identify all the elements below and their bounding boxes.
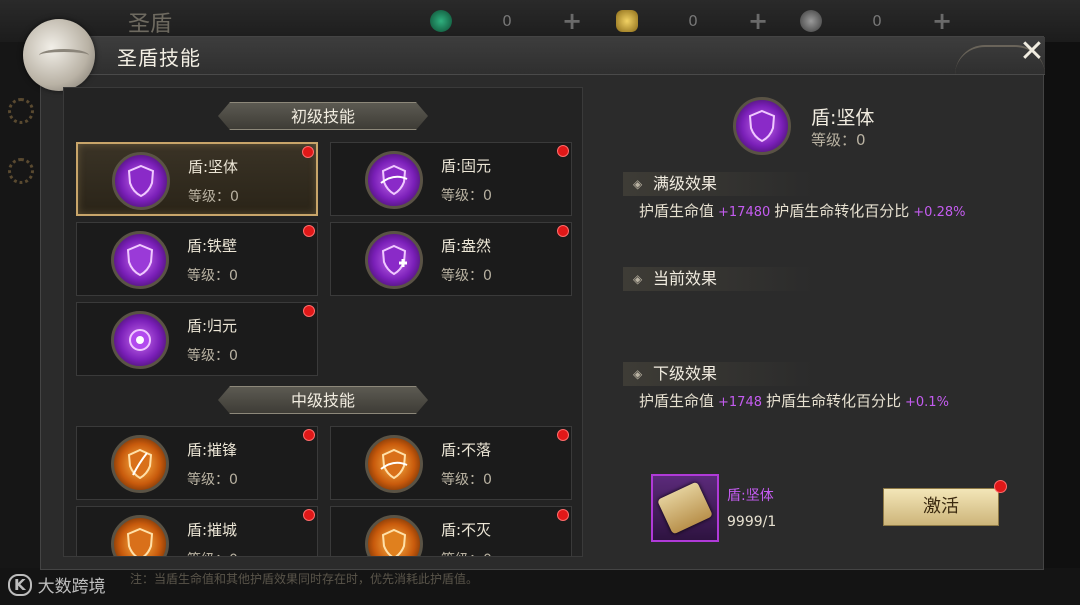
resource-value: 0 xyxy=(872,12,882,30)
resource-value: 0 xyxy=(688,12,698,30)
resource-jade: 0 + xyxy=(430,8,582,34)
effect-label: 护盾生命转化百分比 xyxy=(766,392,902,410)
scroll-icon xyxy=(657,481,713,535)
max-effect-line: 护盾生命值 +17480 护盾生命转化百分比 +0.28% xyxy=(639,200,969,221)
swirl-shield-icon xyxy=(365,435,423,493)
skill-card[interactable]: 盾:铁壁 等级：0 xyxy=(76,222,318,296)
skill-level: 等级：0 xyxy=(187,472,238,488)
skill-card[interactable]: 盾:盎然 等级：0 xyxy=(330,222,572,296)
close-button[interactable]: ✕ xyxy=(1015,37,1049,67)
effect-label: 护盾生命转化百分比 xyxy=(774,202,910,220)
skill-level: 等级：0 xyxy=(187,268,238,284)
shield-icon xyxy=(112,152,170,210)
plus-icon[interactable]: + xyxy=(562,9,582,33)
skill-name: 盾:不落 xyxy=(441,441,492,459)
resource-gold: 0 + xyxy=(616,8,768,34)
skill-level: 等级：0 xyxy=(441,188,492,204)
effect-label: 护盾生命值 xyxy=(639,202,715,220)
skill-card[interactable]: 盾:固元 等级：0 xyxy=(330,142,572,216)
effect-value: +0.1% xyxy=(905,395,949,410)
section-intermediate: 中级技能 xyxy=(218,386,428,414)
red-dot-badge xyxy=(303,429,315,441)
red-dot-badge xyxy=(557,145,569,157)
material-item-slot[interactable] xyxy=(651,474,719,542)
swirl-shield-icon xyxy=(365,151,423,209)
red-dot-badge xyxy=(303,509,315,521)
dialog-header: 圣盾技能 xyxy=(23,19,1045,91)
skill-level: 等级：0 xyxy=(441,268,492,284)
flame-shield-icon xyxy=(365,515,423,556)
coin-icon xyxy=(800,10,822,32)
dialog-title: 圣盾技能 xyxy=(117,46,201,70)
side-bar xyxy=(0,42,42,605)
skill-level: 等级：0 xyxy=(187,549,238,556)
skill-card[interactable]: 盾:不落 等级：0 xyxy=(330,426,572,500)
red-dot-badge xyxy=(557,225,569,237)
next-effect-line: 护盾生命值 +1748 护盾生命转化百分比 +0.1% xyxy=(639,390,953,411)
shield-icon xyxy=(111,515,169,556)
watermark-text: 大数跨境 xyxy=(37,577,106,597)
skill-name: 盾:归元 xyxy=(187,317,238,335)
watermark-logo: K xyxy=(8,573,32,596)
section-basic: 初级技能 xyxy=(218,102,428,130)
gold-ingot-icon xyxy=(616,10,638,32)
background-title: 圣盾 xyxy=(128,12,173,37)
next-effect-heading: 下级效果 xyxy=(623,362,813,386)
burst-icon xyxy=(111,311,169,369)
effect-label: 护盾生命值 xyxy=(639,392,715,410)
red-dot-badge xyxy=(557,429,569,441)
skill-name: 盾:摧锋 xyxy=(187,441,238,459)
skill-card[interactable]: 盾:归元 等级：0 xyxy=(76,302,318,376)
skill-name: 盾:摧城 xyxy=(187,521,238,539)
skill-level: 等级：0 xyxy=(441,549,492,556)
skill-name: 盾:固元 xyxy=(441,157,492,175)
skill-name: 盾:铁壁 xyxy=(187,237,238,255)
resource-value: 0 xyxy=(502,12,512,30)
skill-name: 盾:不灭 xyxy=(441,521,492,539)
gear-icon[interactable] xyxy=(8,158,34,184)
bottom-bar: 注：当盾生命值和其他护盾效果同时存在时，优先消耗此护盾值。 xyxy=(0,568,1080,605)
effect-value: +0.28% xyxy=(913,205,966,220)
watermark: K 大数跨境 xyxy=(8,572,106,597)
skill-card[interactable]: 盾:坚体 等级：0 xyxy=(76,142,318,216)
skill-name: 盾:盎然 xyxy=(441,237,492,255)
skill-card[interactable]: 盾:不灭 等级：0 xyxy=(330,506,572,556)
red-dot-badge xyxy=(303,305,315,317)
max-effect-heading: 满级效果 xyxy=(623,172,813,196)
activate-button[interactable]: 激活 xyxy=(883,488,999,526)
red-dot-badge xyxy=(302,146,314,158)
red-dot-badge xyxy=(303,225,315,237)
skill-level: 等级：0 xyxy=(441,472,492,488)
skill-level: 等级：0 xyxy=(187,348,238,364)
skill-level: 等级：0 xyxy=(188,189,239,205)
bottom-note: 注：当盾生命值和其他护盾效果同时存在时，优先消耗此护盾值。 xyxy=(130,572,479,586)
skill-name: 盾:坚体 xyxy=(188,158,239,176)
plus-icon[interactable]: + xyxy=(932,9,952,33)
plus-icon[interactable]: + xyxy=(748,9,768,33)
current-effect-heading: 当前效果 xyxy=(623,267,813,291)
material-item-count: 9999/1 xyxy=(727,514,777,530)
detail-skill-name: 盾:坚体 xyxy=(811,107,875,129)
material-item-name: 盾:坚体 xyxy=(727,488,774,504)
heal-shield-icon xyxy=(365,231,423,289)
slash-shield-icon xyxy=(111,435,169,493)
effect-value: +17480 xyxy=(718,205,771,220)
shield-icon xyxy=(733,97,791,155)
shield-icon xyxy=(111,231,169,289)
gear-icon[interactable] xyxy=(8,98,34,124)
skill-list-panel[interactable]: 初级技能 盾:坚体 等级：0 盾:固元 等级：0 盾:铁壁 等级：0 盾:盎然 … xyxy=(63,87,583,557)
detail-skill-level: 等级：0 xyxy=(811,131,866,149)
jade-icon xyxy=(430,10,452,32)
red-dot-badge xyxy=(557,509,569,521)
skill-card[interactable]: 盾:摧锋 等级：0 xyxy=(76,426,318,500)
orb-emblem-icon xyxy=(23,19,95,91)
skill-dialog: 圣盾技能 ✕ 初级技能 盾:坚体 等级：0 盾:固元 等级：0 盾:铁壁 等级：… xyxy=(23,19,1045,570)
resource-coin: 0 + xyxy=(800,8,952,34)
red-dot-badge xyxy=(994,480,1007,493)
effect-value: +1748 xyxy=(718,395,762,410)
skill-card[interactable]: 盾:摧城 等级：0 xyxy=(76,506,318,556)
